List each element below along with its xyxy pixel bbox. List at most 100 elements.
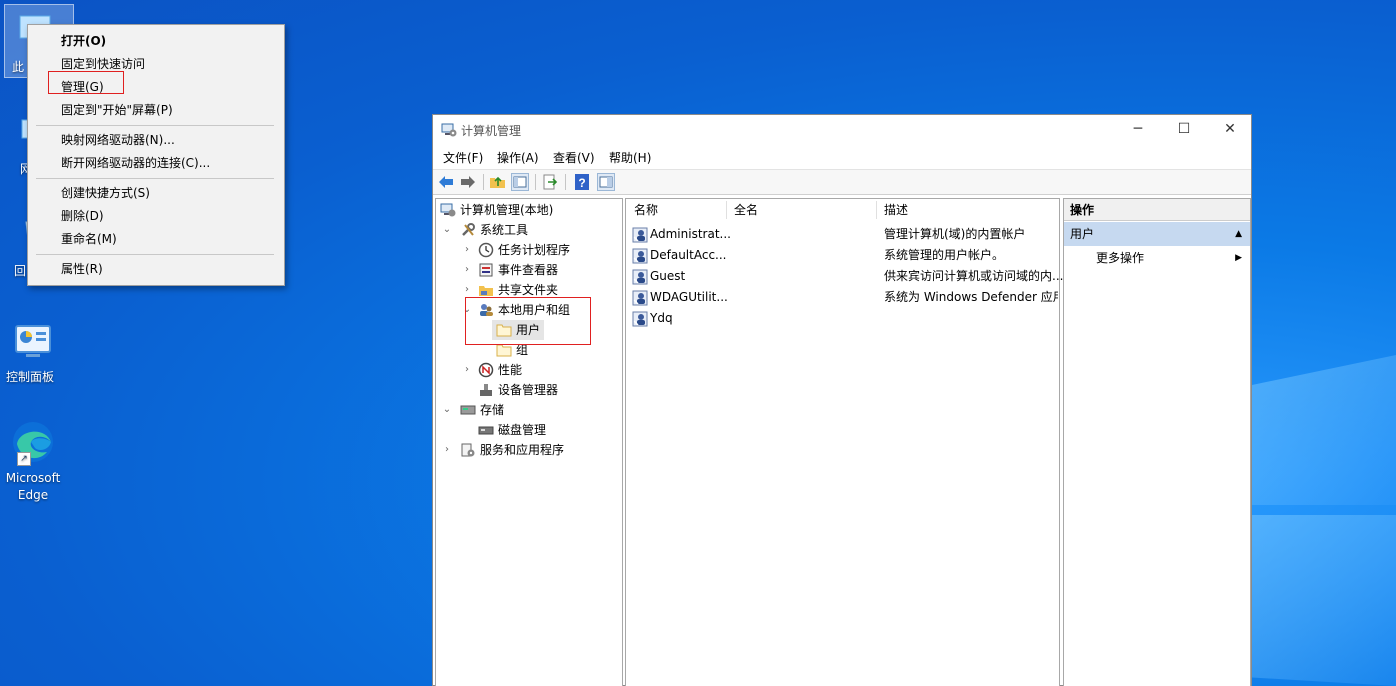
computer-management-icon [441,122,457,138]
window-title: 计算机管理 [461,124,522,138]
column-divider[interactable] [726,201,727,219]
menu-item-disconnect-network-drive[interactable]: 断开网络驱动器的连接(C)... [61,153,210,173]
close-button[interactable]: ✕ [1207,115,1253,145]
chevron-right-icon: ▶ [1235,253,1242,263]
edge-icon: ↗ [9,418,57,466]
toolbar: ? [433,169,1251,195]
collapse-up-icon[interactable]: ▲ [1235,222,1242,246]
computer-management-window: 计算机管理 ─ ☐ ✕ 文件(F) 操作(A) 查看(V) 帮助(H) ? 计算… [432,114,1252,686]
chevron-right-icon[interactable]: › [462,240,472,260]
tree-label: 性能 [498,363,523,377]
maximize-button[interactable]: ☐ [1161,115,1207,145]
device-manager-icon [478,382,494,398]
chevron-right-icon[interactable]: › [462,260,472,280]
toolbar-separator [535,174,536,190]
wallpaper-beam [1252,515,1396,686]
table-row[interactable]: Guest 供来宾访问计算机或访问域的内... [630,266,1063,287]
desktop-icon-label: Microsoft Edge [5,471,61,502]
actions-header: 操作 [1064,199,1250,221]
storage-icon [460,402,476,418]
cell-name: Ydq [650,311,673,325]
menu-help[interactable]: 帮助(H) [609,149,651,166]
show-hide-tree-icon[interactable] [511,173,529,191]
desktop-icon-control-panel[interactable]: 控制面板 [0,320,66,384]
tree-pane: 计算机管理(本地) ⌄ 系统工具 › 任务计划程序 › 事件查看器 › 共享文件… [435,198,623,686]
shortcut-arrow-icon: ↗ [17,452,31,466]
chevron-right-icon[interactable]: › [442,440,452,460]
cell-name: DefaultAcc... [650,248,727,262]
disk-icon [478,422,494,438]
user-icon [632,290,648,306]
tree-label: 存储 [480,403,505,417]
cell-name: Guest [650,269,686,283]
menu-separator [36,254,274,255]
tree-label: 服务和应用程序 [480,443,565,457]
cell-description: 系统为 Windows Defender 应用 [884,290,1058,304]
menu-item-open[interactable]: 打开(O) [61,31,106,51]
control-panel-icon [12,320,54,362]
menu-separator [36,125,274,126]
column-divider[interactable] [876,201,877,219]
tree-label: 系统工具 [480,223,529,237]
wallpaper-beam [1252,355,1396,505]
cell-name: Administrat... [650,227,731,241]
back-arrow-icon[interactable] [437,173,455,191]
tree-label: 磁盘管理 [498,423,547,437]
table-row[interactable]: DefaultAcc... 系统管理的用户帐户。 [630,245,1058,266]
cell-description: 系统管理的用户帐户。 [884,248,1005,262]
user-icon [632,311,648,327]
more-actions-item[interactable]: 更多操作 ▶ [1064,248,1250,268]
minimize-button[interactable]: ─ [1115,115,1161,145]
cell-name: WDAGUtilit... [650,290,728,304]
export-list-icon[interactable] [541,173,559,191]
menu-item-map-network-drive[interactable]: 映射网络驱动器(N)... [61,130,175,150]
menu-item-create-shortcut[interactable]: 创建快捷方式(S) [61,183,150,203]
menu-file[interactable]: 文件(F) [443,149,483,166]
tree-label: 计算机管理(本地) [460,203,554,217]
tools-icon [460,222,476,238]
toolbar-separator [483,174,484,190]
menu-bar: 文件(F) 操作(A) 查看(V) 帮助(H) [433,145,1251,167]
list-pane: 名称 全名 描述 Administrat... 管理计算机(域)的内置帐户 De… [625,198,1063,686]
help-icon[interactable]: ? [573,173,591,191]
column-header-fullname[interactable]: 全名 [734,199,758,221]
chevron-down-icon[interactable]: ⌄ [442,220,452,240]
up-folder-icon[interactable] [489,173,507,191]
tree-label: 设备管理器 [498,383,559,397]
clock-icon [478,242,494,258]
table-row[interactable]: Administrat... 管理计算机(域)的内置帐户 [630,224,1058,245]
column-header-description[interactable]: 描述 [884,199,908,221]
services-icon [460,442,476,458]
menu-view[interactable]: 查看(V) [553,149,595,166]
table-row[interactable]: WDAGUtilit... 系统为 Windows Defender 应用 [630,287,1058,308]
shared-folder-icon [478,282,494,298]
forward-arrow-icon[interactable] [459,173,477,191]
toolbar-separator [565,174,566,190]
menu-item-properties[interactable]: 属性(R) [61,259,103,279]
user-icon [632,248,648,264]
menu-item-pin-start[interactable]: 固定到"开始"屏幕(P) [61,100,173,120]
menu-action[interactable]: 操作(A) [497,149,539,166]
menu-separator [36,178,274,179]
cell-description: 管理计算机(域)的内置帐户 [884,227,1026,241]
highlight-box-local-users [465,297,591,345]
chevron-down-icon[interactable]: ⌄ [442,400,452,420]
context-menu: 打开(O) 固定到快速访问 管理(G) 固定到"开始"屏幕(P) 映射网络驱动器… [27,24,285,286]
actions-section-users[interactable]: 用户 ▲ [1064,222,1250,246]
tree-label: 事件查看器 [498,263,559,277]
show-hide-action-pane-icon[interactable] [597,173,615,191]
desktop-icon-edge[interactable]: ↗ Microsoft Edge [0,418,66,502]
highlight-box-manage [48,71,124,94]
title-bar[interactable]: 计算机管理 ─ ☐ ✕ [433,115,1251,145]
svg-text:?: ? [578,176,585,190]
chevron-right-icon[interactable]: › [462,360,472,380]
column-header-name[interactable]: 名称 [634,199,658,221]
menu-item-rename[interactable]: 重命名(M) [61,229,117,249]
more-actions-label: 更多操作 [1096,251,1145,265]
user-icon [632,227,648,243]
event-viewer-icon [478,262,494,278]
desktop: 此 网 回 控制面板 ↗ Microsoft Edge 打开(O) 固定到快速访… [0,0,1396,686]
user-icon [632,269,648,285]
table-row[interactable]: Ydq [630,308,1058,329]
menu-item-delete[interactable]: 删除(D) [61,206,104,226]
